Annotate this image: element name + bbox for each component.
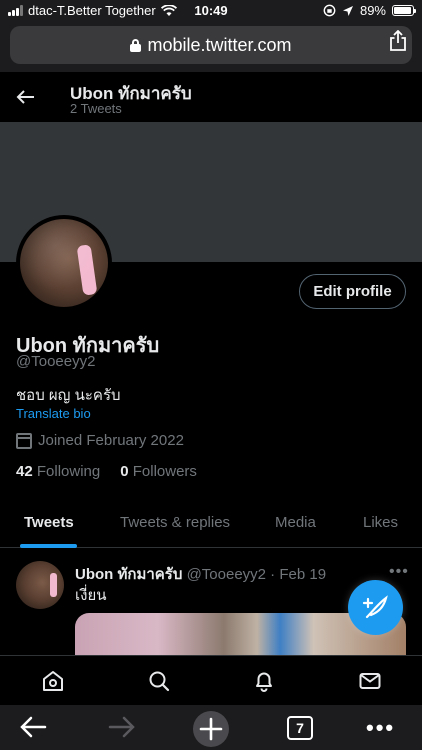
safari-bottom-bar: 7 ••• [0, 705, 422, 750]
profile-tabs: Tweets Tweets & replies Media Likes [0, 500, 422, 548]
joined-date: Joined February 2022 [38, 432, 184, 449]
tab-tweets-replies[interactable]: Tweets & replies [120, 514, 230, 531]
follow-stats: 42 Following 0 Followers [16, 463, 197, 480]
profile-joined: Joined February 2022 [16, 432, 184, 449]
tweet-meta: @Tooeeyy2 · Feb 19 [186, 566, 327, 583]
tab-likes[interactable]: Likes [363, 514, 398, 531]
profile-handle: @Tooeeyy2 [16, 353, 96, 370]
profile-header: Ubon ทักมาครับ 2 Tweets [0, 72, 422, 122]
back-arrow-icon[interactable] [14, 85, 38, 109]
new-tab-button[interactable] [193, 711, 229, 747]
profile-avatar[interactable] [16, 215, 112, 311]
browser-forward-icon[interactable] [107, 713, 137, 741]
following-link[interactable]: 42 Following [16, 463, 100, 480]
calendar-icon [16, 432, 32, 449]
feather-plus-icon [362, 594, 388, 618]
followers-count: 0 [120, 463, 129, 480]
edit-profile-button[interactable]: Edit profile [299, 274, 406, 309]
orientation-lock-icon [323, 4, 336, 17]
battery-percent: 89% [359, 3, 386, 18]
plus-icon [199, 717, 223, 741]
address-bar[interactable]: mobile.twitter.com [10, 26, 412, 64]
translate-bio-link[interactable]: Translate bio [16, 406, 91, 421]
home-icon[interactable] [41, 669, 65, 693]
share-icon[interactable] [388, 30, 408, 52]
browser-toolbar: mobile.twitter.com [0, 22, 422, 72]
tweet-header: Ubon ทักมาครับ @Tooeeyy2 · Feb 19 [75, 562, 326, 586]
tab-media[interactable]: Media [275, 514, 316, 531]
active-tab-indicator [20, 544, 77, 548]
battery-icon [392, 5, 416, 16]
tweet-author-name[interactable]: Ubon ทักมาครับ [75, 566, 182, 583]
lock-icon [130, 38, 142, 52]
tweet-avatar[interactable] [16, 561, 64, 609]
following-label: Following [36, 463, 101, 480]
browser-back-icon[interactable] [18, 713, 48, 741]
compose-tweet-button[interactable] [348, 580, 403, 635]
status-bar: dtac-T.Better Together 10:49 89% [0, 0, 422, 22]
following-count: 42 [16, 463, 33, 480]
tabs-button[interactable]: 7 [287, 716, 313, 740]
bottom-nav [0, 655, 422, 705]
more-options-icon[interactable]: ••• [389, 563, 409, 581]
header-tweet-count: 2 Tweets [70, 101, 122, 116]
profile-bio: ชอบ ผญ นะครับ [16, 387, 121, 404]
search-icon[interactable] [147, 669, 171, 693]
location-icon [342, 5, 353, 16]
followers-label: Followers [132, 463, 197, 480]
url-text: mobile.twitter.com [147, 34, 292, 55]
bell-icon[interactable] [252, 669, 276, 693]
tab-tweets[interactable]: Tweets [24, 514, 74, 531]
mail-icon[interactable] [358, 669, 382, 693]
followers-link[interactable]: 0 Followers [120, 463, 197, 480]
tweet-text: เงี่ยน [75, 587, 107, 604]
more-menu-icon[interactable]: ••• [366, 715, 395, 741]
